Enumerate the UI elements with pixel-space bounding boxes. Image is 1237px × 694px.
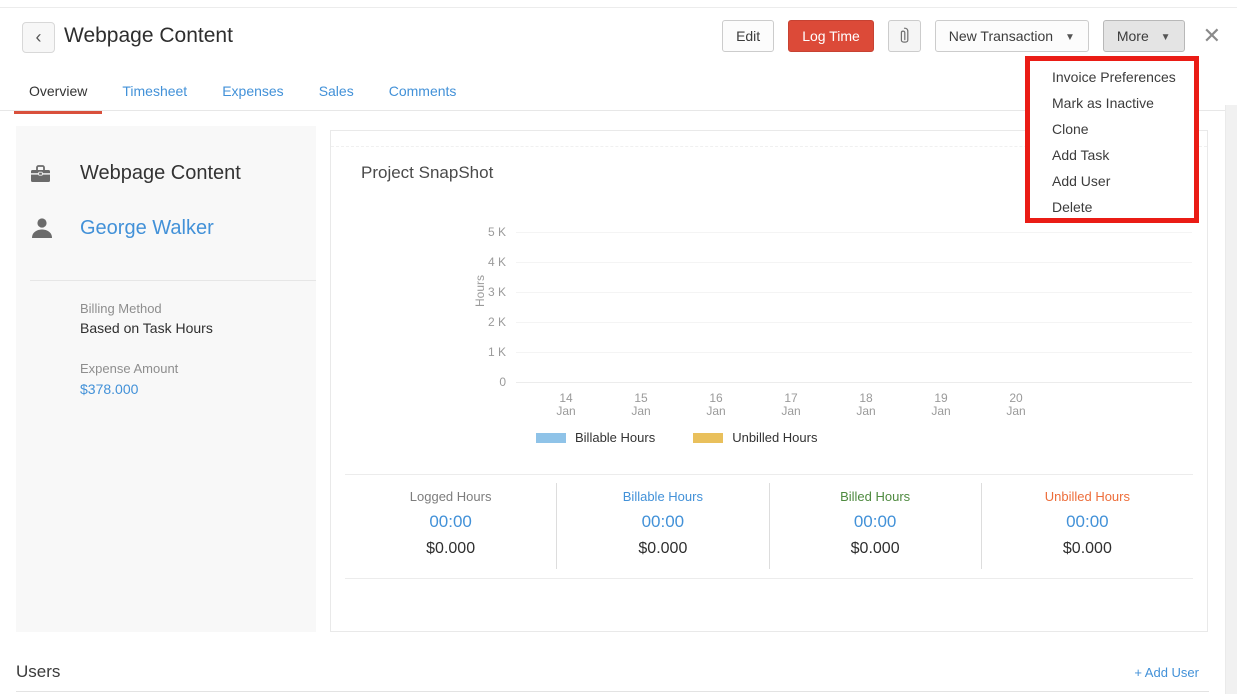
- customer-name-link[interactable]: George Walker: [80, 217, 214, 240]
- annotation-highlight-box: Invoice PreferencesMark as InactiveClone…: [1025, 56, 1199, 223]
- stat-hours-link[interactable]: 00:00: [557, 512, 768, 532]
- menu-item-mark-as-inactive[interactable]: Mark as Inactive: [1030, 90, 1194, 116]
- chevron-down-icon: ▼: [1161, 23, 1171, 53]
- tab-timesheet[interactable]: Timesheet: [107, 78, 202, 110]
- gridline: [516, 292, 1192, 293]
- y-axis-tick: 4 K: [446, 255, 506, 269]
- new-transaction-label: New Transaction: [949, 28, 1053, 44]
- x-axis-tick: 15Jan: [611, 392, 671, 418]
- tab-bar: OverviewTimesheetExpensesSalesComments: [14, 78, 476, 110]
- stats-divider-bottom: [345, 578, 1193, 579]
- gridline: [516, 262, 1192, 263]
- stat-amount: $0.000: [557, 540, 768, 558]
- expense-amount-link[interactable]: $378.000: [80, 381, 138, 397]
- stat-amount: $0.000: [345, 540, 556, 558]
- y-axis-tick: 5 K: [446, 225, 506, 239]
- sidebar-project-name: Webpage Content: [80, 162, 241, 185]
- more-dropdown-menu: Invoice PreferencesMark as InactiveClone…: [1030, 64, 1194, 220]
- expense-amount-label: Expense Amount: [80, 361, 178, 376]
- menu-item-add-task[interactable]: Add Task: [1030, 142, 1194, 168]
- stat-label: Billed Hours: [770, 489, 981, 504]
- users-section-title: Users: [16, 662, 60, 682]
- users-divider: [16, 691, 1209, 692]
- billing-method-value: Based on Task Hours: [80, 320, 213, 336]
- stat-billable-hours: Billable Hours 00:00 $0.000: [556, 483, 768, 569]
- new-transaction-button[interactable]: New Transaction ▼: [935, 20, 1089, 52]
- customer-row: George Walker: [30, 216, 214, 240]
- attachment-button[interactable]: [888, 20, 921, 52]
- gridline: [516, 382, 1192, 383]
- stat-hours-link[interactable]: 00:00: [982, 512, 1193, 532]
- project-summary-panel: Webpage Content George Walker Billing Me…: [16, 126, 316, 632]
- chart-plot-area: 5 K4 K3 K2 K1 K014Jan15Jan16Jan17Jan18Ja…: [516, 232, 1192, 382]
- y-axis-tick: 2 K: [446, 315, 506, 329]
- chevron-down-icon: ▼: [1065, 23, 1075, 53]
- tab-comments[interactable]: Comments: [374, 78, 472, 110]
- log-time-button[interactable]: Log Time: [788, 20, 874, 52]
- stat-label: Unbilled Hours: [982, 489, 1193, 504]
- stat-amount: $0.000: [770, 540, 981, 558]
- legend-label: Unbilled Hours: [732, 430, 817, 445]
- stat-logged-hours: Logged Hours 00:00 $0.000: [345, 483, 556, 569]
- stat-hours-link[interactable]: 00:00: [345, 512, 556, 532]
- tab-expenses[interactable]: Expenses: [207, 78, 298, 110]
- sidebar-divider: [30, 280, 316, 281]
- x-axis-tick: 14Jan: [536, 392, 596, 418]
- tab-sales[interactable]: Sales: [304, 78, 369, 110]
- stat-label: Logged Hours: [345, 489, 556, 504]
- more-label: More: [1117, 28, 1149, 44]
- stat-hours-link[interactable]: 00:00: [770, 512, 981, 532]
- stat-billed-hours: Billed Hours 00:00 $0.000: [769, 483, 981, 569]
- legend-item-billable-hours: Billable Hours: [536, 430, 655, 445]
- legend-swatch: [536, 433, 566, 443]
- menu-item-invoice-preferences[interactable]: Invoice Preferences: [1030, 64, 1194, 90]
- x-axis-tick: 17Jan: [761, 392, 821, 418]
- paperclip-icon: [898, 27, 911, 45]
- add-user-link[interactable]: + Add User: [1134, 665, 1199, 680]
- close-icon[interactable]: ✕: [1203, 25, 1221, 47]
- legend-label: Billable Hours: [575, 430, 655, 445]
- chart-legend: Billable Hours Unbilled Hours: [536, 430, 817, 445]
- stat-label: Billable Hours: [557, 489, 768, 504]
- gridline: [516, 322, 1192, 323]
- legend-swatch: [693, 433, 723, 443]
- menu-item-add-user[interactable]: Add User: [1030, 168, 1194, 194]
- y-axis-tick: 3 K: [446, 285, 506, 299]
- chevron-left-icon: ‹: [36, 27, 42, 47]
- vertical-scrollbar[interactable]: [1225, 105, 1237, 694]
- back-button[interactable]: ‹: [22, 22, 55, 53]
- x-axis-tick: 20Jan: [986, 392, 1046, 418]
- stat-unbilled-hours: Unbilled Hours 00:00 $0.000: [981, 483, 1193, 569]
- more-button[interactable]: More ▼: [1103, 20, 1185, 52]
- gridline: [516, 232, 1192, 233]
- y-axis-tick: 1 K: [446, 345, 506, 359]
- briefcase-icon: [30, 165, 64, 183]
- edit-button[interactable]: Edit: [722, 20, 774, 52]
- person-icon: [30, 216, 64, 240]
- stats-row: Logged Hours00:00$0.000Billable Hours00:…: [345, 483, 1193, 569]
- stat-amount: $0.000: [982, 540, 1193, 558]
- billing-method-label: Billing Method: [80, 301, 162, 316]
- tab-overview[interactable]: Overview: [14, 78, 102, 110]
- stats-divider-top: [345, 474, 1193, 475]
- legend-item-unbilled-hours: Unbilled Hours: [693, 430, 817, 445]
- gridline: [516, 352, 1192, 353]
- x-axis-tick: 18Jan: [836, 392, 896, 418]
- x-axis-tick: 19Jan: [911, 392, 971, 418]
- snapshot-title: Project SnapShot: [361, 163, 493, 183]
- menu-item-clone[interactable]: Clone: [1030, 116, 1194, 142]
- y-axis-tick: 0: [446, 375, 506, 389]
- header-actions: Edit Log Time New Transaction ▼ More ▼ ✕: [722, 20, 1221, 52]
- menu-item-delete[interactable]: Delete: [1030, 194, 1194, 220]
- project-name-row: Webpage Content: [30, 162, 241, 185]
- page-title: Webpage Content: [64, 24, 233, 48]
- x-axis-tick: 16Jan: [686, 392, 746, 418]
